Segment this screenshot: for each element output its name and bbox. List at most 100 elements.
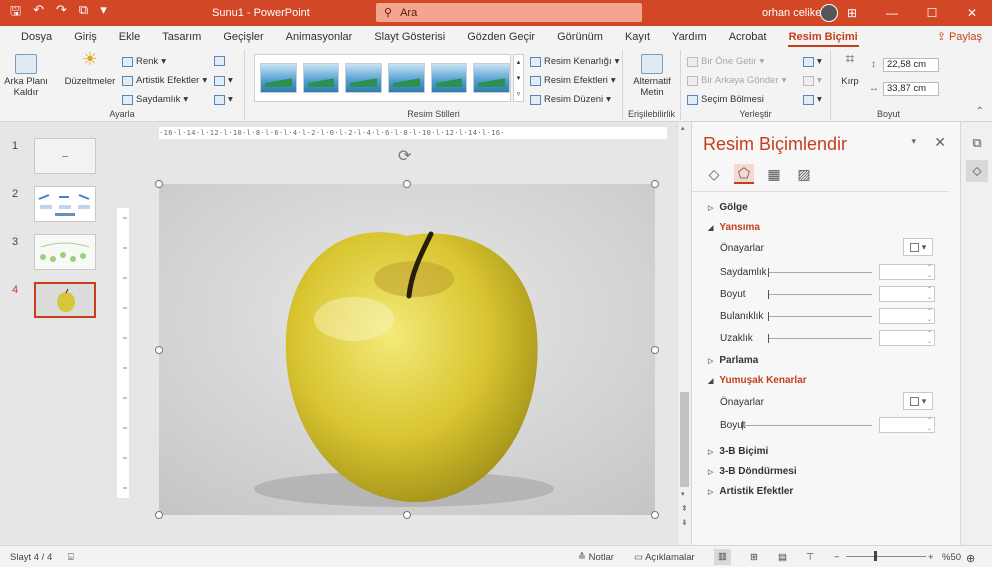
rotate-handle-icon[interactable]: ⟳ (398, 146, 411, 166)
user-name[interactable]: orhan celiker (762, 7, 825, 19)
canvas-scrollbar[interactable]: ▴ ▾ ⇞ ⇟ (677, 122, 691, 545)
tab-slayt-gosterisi[interactable]: Slayt Gösterisi (363, 26, 456, 48)
slide-thumb-row[interactable]: 4 (0, 282, 113, 330)
group-objects-button[interactable]: ▾ (803, 75, 822, 86)
collapse-ribbon-icon[interactable]: ⌃ (976, 106, 984, 117)
tab-yardim[interactable]: Yardım (661, 26, 718, 48)
width-field[interactable]: 33,87 cm (883, 82, 939, 96)
picture-style-4[interactable] (388, 63, 425, 93)
fill-line-icon[interactable]: ◇ (704, 164, 724, 184)
slide-thumbnail-selected[interactable] (34, 282, 96, 318)
picture-border-button[interactable]: Resim Kenarlığı ▾ (530, 56, 619, 67)
start-from-beginning-icon[interactable]: ⧉ (79, 2, 88, 24)
height-field[interactable]: 22,58 cm (883, 58, 939, 72)
change-picture-button[interactable]: ▾ (214, 75, 233, 86)
reset-picture-button[interactable]: ▾ (214, 94, 233, 105)
reflection-size-slider[interactable] (768, 290, 872, 299)
resize-handle[interactable] (403, 180, 411, 188)
picture-layout-button[interactable]: Resim Düzeni ▾ (530, 94, 611, 105)
reflection-blur-spinner[interactable] (879, 308, 935, 324)
tab-kayit[interactable]: Kayıt (614, 26, 661, 48)
section-artistic-effects[interactable]: ▷ Artistik Efektler (708, 486, 793, 497)
tab-resim-bicimi[interactable]: Resim Biçimi (778, 26, 869, 48)
zoom-slider[interactable] (846, 556, 926, 557)
soft-edges-size-spinner[interactable] (879, 417, 935, 433)
section-soft-edges[interactable]: ◢ Yumuşak Kenarlar (708, 375, 807, 386)
remove-background-button[interactable]: Arka Planı Kaldır (4, 54, 48, 98)
picture-style-1[interactable] (260, 63, 297, 93)
transparency-button[interactable]: Saydamlık ▾ (122, 94, 188, 105)
picture-style-6[interactable] (473, 63, 511, 93)
tab-animasyonlar[interactable]: Animasyonlar (275, 26, 364, 48)
undo-icon[interactable]: ↶ (33, 2, 44, 24)
styles-gallery-scroll[interactable]: ▴ ▾ ▿ (513, 54, 524, 102)
reflection-presets-dropdown[interactable]: ▾ (903, 238, 933, 256)
rotate-button[interactable]: ▾ (803, 94, 822, 105)
resize-handle[interactable] (403, 511, 411, 519)
reflection-transparency-spinner[interactable] (879, 264, 935, 280)
tab-ekle[interactable]: Ekle (108, 26, 151, 48)
zoom-out-icon[interactable]: − (834, 552, 840, 563)
reading-view-icon[interactable]: ▤ (778, 552, 787, 563)
reflection-transparency-slider[interactable] (768, 268, 872, 277)
corrections-button[interactable]: ☀ Düzeltmeler (64, 50, 116, 87)
selection-pane-button[interactable]: Seçim Bölmesi (687, 94, 764, 105)
compress-pictures-button[interactable] (214, 56, 225, 66)
tab-gecisler[interactable]: Geçişler (212, 26, 274, 48)
section-3d-format[interactable]: ▷ 3-B Biçimi (708, 446, 768, 457)
slide-thumbnail[interactable] (34, 138, 96, 174)
artistic-effects-button[interactable]: Artistik Efektler ▾ (122, 75, 207, 86)
resize-handle[interactable] (155, 511, 163, 519)
section-3d-rotation[interactable]: ▷ 3-B Döndürmesi (708, 466, 797, 477)
reflection-distance-spinner[interactable] (879, 330, 935, 346)
resize-handle[interactable] (651, 346, 659, 354)
fit-to-window-icon[interactable]: ⊕ (966, 552, 975, 565)
zoom-level[interactable]: %50 (942, 552, 961, 563)
slide-thumbnail[interactable] (34, 234, 96, 270)
color-button[interactable]: Renk ▾ (122, 56, 166, 67)
tab-dosya[interactable]: Dosya (10, 26, 63, 48)
size-properties-icon[interactable]: ▦ (764, 164, 784, 184)
slide-sorter-icon[interactable]: ⊞ (750, 552, 758, 563)
reflection-distance-slider[interactable] (768, 334, 872, 343)
slideshow-icon[interactable]: ⊤ (806, 552, 814, 563)
scrollbar-thumb[interactable] (680, 392, 689, 487)
save-icon[interactable]: 🖫 (10, 2, 21, 24)
close-pane-icon[interactable]: ✕ (934, 134, 946, 151)
zoom-in-icon[interactable]: + (928, 552, 934, 563)
ribbon-display-options-icon[interactable]: ⊞ (832, 0, 872, 26)
bring-forward-button[interactable]: Bir Öne Getir ▾ (687, 56, 764, 67)
alt-text-button[interactable]: Alternatif Metin (628, 54, 676, 98)
resize-handle[interactable] (651, 180, 659, 188)
minimize-icon[interactable]: — (872, 0, 912, 26)
next-slide-icon[interactable]: ⇟ (681, 518, 688, 527)
maximize-icon[interactable]: ☐ (912, 0, 952, 26)
scroll-down-icon[interactable]: ▾ (681, 490, 685, 498)
notes-button[interactable]: ≙ Notlar (578, 552, 614, 563)
effects-icon[interactable]: ⬠ (734, 164, 754, 184)
tab-gorunum[interactable]: Görünüm (546, 26, 614, 48)
resize-handle[interactable] (155, 180, 163, 188)
crop-button[interactable]: ⌗ Kırp (837, 52, 863, 88)
reflection-blur-slider[interactable] (768, 312, 872, 321)
slide-thumb-row[interactable]: 2 (0, 186, 113, 234)
search-box[interactable]: ⚲ Ara (376, 3, 642, 22)
format-pane-icon[interactable]: ⬦ (966, 160, 988, 182)
section-reflection[interactable]: ◢ Yansıma (708, 222, 760, 233)
soft-edges-presets-dropdown[interactable]: ▾ (903, 392, 933, 410)
reflection-size-spinner[interactable] (879, 286, 935, 302)
resize-handle[interactable] (155, 346, 163, 354)
selected-picture[interactable] (159, 184, 655, 515)
designer-icon[interactable]: ⧉ (966, 132, 988, 154)
share-button[interactable]: ⇪ Paylaş (937, 30, 982, 43)
slide-thumbnail[interactable] (34, 186, 96, 222)
align-button[interactable]: ▾ (803, 56, 822, 67)
tab-acrobat[interactable]: Acrobat (718, 26, 778, 48)
tab-tasarim[interactable]: Tasarım (151, 26, 212, 48)
close-icon[interactable]: ✕ (952, 0, 992, 26)
redo-icon[interactable]: ↷ (56, 2, 67, 24)
scroll-up-icon[interactable]: ▴ (681, 124, 685, 132)
picture-style-5[interactable] (430, 63, 468, 93)
comments-button[interactable]: ▭ Açıklamalar (634, 552, 695, 563)
picture-style-3[interactable] (345, 63, 383, 93)
